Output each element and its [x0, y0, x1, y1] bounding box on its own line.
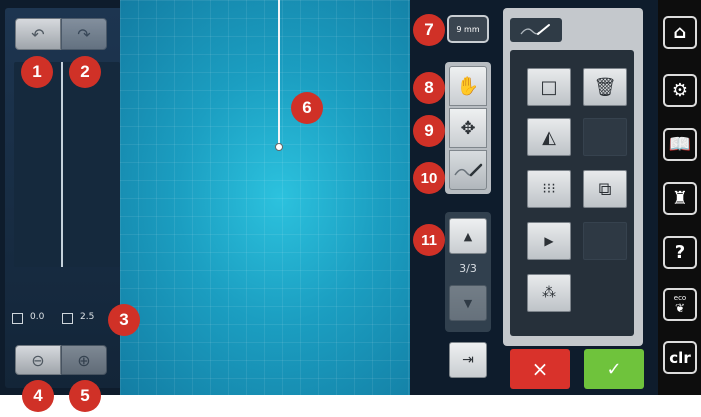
sewing-advisor-button[interactable]: ♜ — [663, 182, 697, 215]
move-canvas-button[interactable]: ✋ — [449, 66, 487, 106]
callout-badge-8: 8 — [413, 72, 445, 104]
arrow-up-icon: ▲ — [463, 229, 473, 243]
arrow-down-icon: ▼ — [463, 296, 473, 310]
redo-button[interactable]: ↷ — [61, 18, 107, 50]
stitch-path-button[interactable]: ⁂ — [527, 274, 571, 312]
x-position-icon — [12, 313, 23, 324]
trash-icon: 🗑 — [593, 76, 617, 98]
dress-form-icon: ♜ — [671, 188, 689, 209]
close-icon: × — [531, 357, 549, 381]
help-button[interactable]: ? — [663, 236, 697, 269]
home-icon: ⌂ — [673, 22, 687, 43]
cancel-button[interactable]: × — [510, 349, 570, 389]
callout-badge-5: 5 — [69, 380, 101, 412]
callout-badge-9: 9 — [413, 115, 445, 147]
y-position-value: 2.5 — [80, 312, 95, 322]
y-position-icon — [62, 313, 73, 324]
mirror-icon: ◭ — [542, 126, 556, 148]
move-design-button[interactable]: ✥ — [449, 108, 487, 148]
duplicate-button[interactable]: ⧉ — [583, 170, 627, 208]
needle-position-marker[interactable] — [275, 143, 283, 151]
callout-badge-10: 10 — [413, 162, 445, 194]
stitch-length-label: 9 mm — [456, 24, 480, 34]
home-button[interactable]: ⌂ — [663, 16, 697, 49]
callout-badge-7: 7 — [413, 14, 445, 46]
eco-mode-button[interactable]: eco ❦ — [663, 288, 697, 321]
leaf-icon: ❦ — [674, 301, 686, 315]
stitch-position-icon: ⇥ — [462, 352, 474, 368]
page-down-button[interactable]: ▼ — [449, 285, 487, 321]
duplicate-icon: ⧉ — [598, 178, 612, 200]
page-indicator: 3/3 — [459, 262, 477, 275]
stitch-preview-line — [61, 62, 63, 267]
settings-button[interactable]: ⚙ — [663, 74, 697, 107]
book-icon: 📖 — [668, 134, 692, 155]
design-canvas[interactable] — [120, 0, 410, 395]
play-button[interactable]: ▶ — [527, 222, 571, 260]
disabled-tool-slot — [583, 222, 627, 260]
stitch-position-button[interactable]: ⇥ — [449, 342, 487, 378]
stitch-path-icon: ⁂ — [542, 285, 556, 301]
hand-icon: ✋ — [456, 75, 480, 97]
checkmark-icon: ✓ — [606, 358, 622, 380]
tutorial-button[interactable]: 📖 — [663, 128, 697, 161]
stitch-dots-button[interactable]: ⁝⁝⁝ — [527, 170, 571, 208]
callout-badge-3: 3 — [108, 304, 140, 336]
mirror-button[interactable]: ◭ — [527, 118, 571, 156]
clear-button[interactable]: clr — [663, 341, 697, 374]
gear-icon: ⚙ — [671, 80, 689, 101]
stitch-line-icon — [454, 163, 483, 177]
undo-button[interactable]: ↶ — [15, 18, 61, 50]
confirm-button[interactable]: ✓ — [584, 349, 644, 389]
stitch-line — [278, 0, 280, 146]
zoom-out-button[interactable]: ⊖ — [15, 345, 61, 375]
disabled-tool-slot — [583, 118, 627, 156]
zoom-out-icon: ⊖ — [31, 350, 45, 370]
stitch-length-button[interactable]: 9 mm — [447, 15, 489, 43]
callout-badge-4: 4 — [22, 380, 54, 412]
stitch-line-icon — [520, 24, 550, 35]
redo-icon: ↷ — [77, 24, 91, 44]
page-up-button[interactable]: ▲ — [449, 218, 487, 254]
x-position-value: 0.0 — [30, 312, 45, 322]
add-point-icon: □ — [540, 76, 558, 98]
draw-mode-tab[interactable] — [510, 18, 562, 42]
clr-label: clr — [669, 348, 691, 367]
help-label: ? — [674, 242, 686, 263]
add-point-button[interactable]: □ — [527, 68, 571, 106]
play-icon: ▶ — [544, 234, 554, 248]
callout-badge-1: 1 — [21, 56, 53, 88]
undo-icon: ↶ — [31, 24, 45, 44]
delete-button[interactable]: 🗑 — [583, 68, 627, 106]
draw-stitch-button[interactable] — [449, 150, 487, 190]
callout-badge-2: 2 — [69, 56, 101, 88]
dots-grid-icon: ⁝⁝⁝ — [542, 181, 556, 197]
stitch-preview-area — [14, 62, 120, 267]
zoom-in-button[interactable]: ⊕ — [61, 345, 107, 375]
callout-badge-6: 6 — [291, 92, 323, 124]
move-arrows-icon: ✥ — [460, 117, 476, 139]
callout-badge-11: 11 — [413, 224, 445, 256]
zoom-in-icon: ⊕ — [77, 350, 91, 370]
